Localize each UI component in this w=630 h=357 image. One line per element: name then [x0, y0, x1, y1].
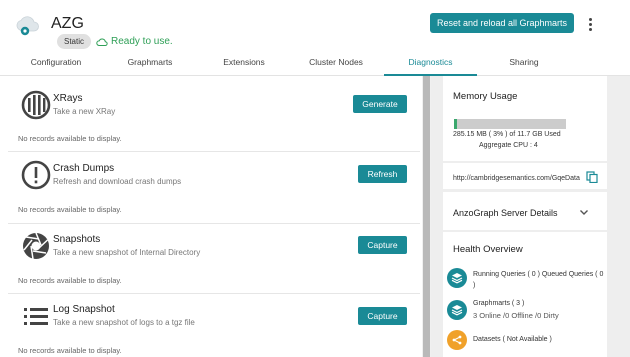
app-header: AZG Static Ready to use. Reset and reloa… — [0, 0, 630, 52]
cpu-text: Aggregate CPU : 4 — [479, 142, 538, 149]
tab-configuration[interactable]: Configuration — [10, 52, 102, 76]
server-details-title: AnzoGraph Server Details — [453, 208, 558, 218]
endpoint-url: http://cambridgesemantics.com/GqeData — [453, 175, 580, 182]
graphmarts-layers-icon — [447, 300, 467, 320]
status-indicator: Ready to use. — [96, 34, 173, 49]
graphmarts-status: Graphmarts ( 3 ) — [473, 300, 525, 307]
static-badge: Static — [57, 34, 92, 49]
refresh-button[interactable]: Refresh — [358, 165, 407, 183]
capture-logs-button[interactable]: Capture — [358, 307, 407, 325]
card-title: XRays — [53, 93, 83, 104]
snapshots-card: Snapshots Take a new snapshot of Interna… — [8, 224, 420, 294]
cloud-check-icon — [96, 38, 108, 46]
card-subtitle: Take a new XRay — [53, 107, 116, 116]
tab-extensions[interactable]: Extensions — [198, 52, 290, 76]
memory-progress-fill — [454, 119, 458, 129]
list-icon — [24, 308, 48, 325]
more-options-icon[interactable] — [584, 14, 596, 34]
scrollbar-thumb[interactable] — [423, 76, 430, 357]
camera-shutter-icon — [23, 232, 49, 260]
datasets-status: Datasets ( Not Available ) — [473, 336, 552, 343]
health-title: Health Overview — [453, 244, 523, 255]
empty-message: No records available to display. — [18, 276, 122, 285]
diagnostics-panel: XRays Take a new XRay Generate No record… — [8, 76, 420, 357]
xrays-card: XRays Take a new XRay Generate No record… — [8, 76, 420, 152]
card-subtitle: Refresh and download crash dumps — [53, 177, 182, 186]
capture-snapshot-button[interactable]: Capture — [358, 236, 407, 254]
card-subtitle: Take a new snapshot of Internal Director… — [53, 248, 201, 257]
empty-message: No records available to display. — [18, 134, 122, 143]
tab-diagnostics[interactable]: Diagnostics — [384, 52, 477, 76]
memory-progress-bar — [454, 119, 566, 129]
tab-graphmarts[interactable]: Graphmarts — [104, 52, 196, 76]
card-title: Log Snapshot — [53, 304, 115, 315]
xray-icon — [21, 90, 51, 120]
queries-status: Running Queries ( 0 ) Queued Queries ( 0… — [473, 271, 604, 289]
generate-button[interactable]: Generate — [353, 95, 407, 113]
server-settings-icon — [16, 16, 39, 36]
card-subtitle: Take a new snapshot of logs to a tgz fil… — [53, 318, 195, 327]
log-snapshot-card: Log Snapshot Take a new snapshot of logs… — [8, 294, 420, 357]
empty-message: No records available to display. — [18, 205, 122, 214]
reset-reload-button[interactable]: Reset and reload all Graphmarts — [430, 13, 574, 33]
memory-usage-text: 285.15 MB ( 3% ) of 11.7 GB Used — [453, 131, 561, 138]
card-title: Snapshots — [53, 234, 101, 245]
memory-title: Memory Usage — [453, 91, 518, 102]
status-text: Ready to use. — [111, 36, 173, 47]
queries-layers-icon — [447, 268, 467, 288]
empty-message: No records available to display. — [18, 346, 122, 355]
tab-sharing[interactable]: Sharing — [478, 52, 570, 76]
graphmarts-counts: 3 Online /0 Offline /0 Dirty — [473, 311, 559, 320]
tab-bar: Configuration Graphmarts Extensions Clus… — [0, 52, 630, 76]
chevron-down-icon[interactable] — [578, 206, 590, 218]
status-sidebar: Memory Usage 285.15 MB ( 3% ) of 11.7 GB… — [431, 76, 630, 357]
datasets-icon — [447, 330, 467, 350]
page-title: AZG — [51, 15, 84, 32]
tab-cluster-nodes[interactable]: Cluster Nodes — [290, 52, 382, 76]
crash-dumps-card: Crash Dumps Refresh and download crash d… — [8, 152, 420, 224]
card-title: Crash Dumps — [53, 163, 115, 174]
copy-icon[interactable] — [586, 171, 598, 183]
alert-circle-icon — [21, 160, 51, 190]
